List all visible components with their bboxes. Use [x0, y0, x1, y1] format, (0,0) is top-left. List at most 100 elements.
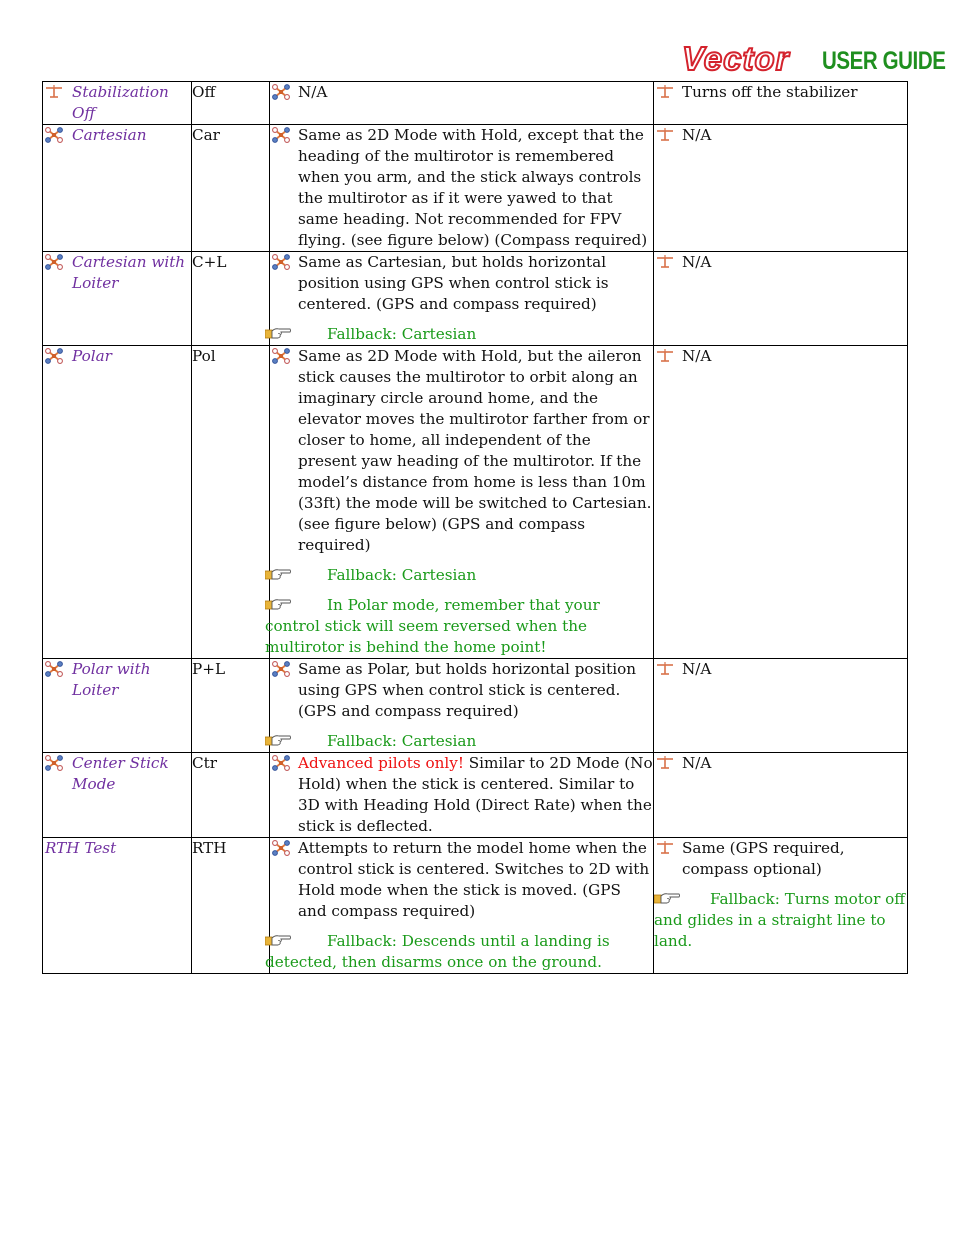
- mode-abbreviation: Ctr: [192, 754, 217, 772]
- airplane-description: Turns off the stabilizer: [654, 82, 907, 103]
- multirotor-description-cell: Same as Polar, but holds horizontal posi…: [265, 658, 654, 753]
- mode-name-text: RTH Test: [45, 839, 117, 857]
- table-row: RTH Test RTH Attempts to return the model…: [42, 837, 908, 974]
- multirotor-description: Same as 2D Mode with Hold, except that t…: [270, 125, 653, 251]
- airplane-icon: [657, 841, 673, 854]
- table-row: Cartesian Car Same as 2D Mode with Hold, …: [42, 124, 908, 252]
- mode-abbr-cell: Car: [191, 124, 270, 252]
- pointing-hand-icon: [265, 569, 291, 580]
- table-row: Center Stick Mode Ctr Advanced pilots onl…: [42, 752, 908, 838]
- description-text: Same as 2D Mode with Hold, but the ailer…: [298, 347, 652, 554]
- description-text: N/A: [298, 83, 328, 101]
- multirotor-description: Same as 2D Mode with Hold, but the ailer…: [270, 346, 653, 556]
- airplane-description: N/A: [654, 346, 907, 367]
- table-row: Polar Pol Same as 2D Mode with Hold, but …: [42, 345, 908, 659]
- quadcopter-icon: [45, 254, 63, 270]
- mode-name: Cartesian with Loiter: [43, 252, 191, 294]
- mode-name-text: Stabilization Off: [72, 83, 169, 122]
- fallback-text: Fallback: Cartesian: [327, 325, 477, 343]
- quadcopter-icon: [272, 661, 290, 677]
- description-text: Same as Polar, but holds horizontal posi…: [298, 660, 637, 720]
- airplane-description-cell: Turns off the stabilizer: [653, 81, 908, 125]
- mode-name: Polar: [43, 346, 191, 367]
- mode-name: Stabilization Off: [43, 82, 191, 124]
- flight-modes-table: Stabilization Off Off N/A Turns off the s…: [42, 81, 908, 974]
- description-text: N/A: [682, 347, 712, 365]
- airplane-icon: [657, 85, 673, 98]
- multirotor-description-cell: Same as 2D Mode with Hold, except that t…: [269, 124, 654, 252]
- quadcopter-icon: [272, 254, 290, 270]
- multirotor-description: Attempts to return the model home when t…: [270, 838, 653, 922]
- mode-abbreviation: P+L: [192, 660, 226, 678]
- mode-abbr-cell: P+L: [191, 658, 270, 753]
- fallback-note: Fallback: Cartesian: [265, 324, 653, 345]
- multirotor-description-cell: N/A: [269, 81, 654, 125]
- mode-name-cell: RTH Test: [42, 837, 192, 974]
- quadcopter-icon: [45, 755, 63, 771]
- quadcopter-icon: [272, 755, 290, 771]
- quadcopter-icon: [272, 127, 290, 143]
- multirotor-description: Same as Polar, but holds horizontal posi…: [270, 659, 653, 722]
- multirotor-description-cell: Advanced pilots only! Similar to 2D Mode…: [269, 752, 654, 838]
- mode-name-cell: Cartesian with Loiter: [42, 251, 192, 346]
- mode-name: Polar with Loiter: [43, 659, 191, 701]
- multirotor-description-cell: Same as 2D Mode with Hold, but the ailer…: [265, 345, 654, 659]
- description-text: Turns off the stabilizer: [682, 83, 858, 101]
- airplane-icon: [657, 349, 673, 362]
- multirotor-description-cell: Same as Cartesian, but holds horizontal …: [265, 251, 654, 346]
- mode-name-text: Polar with Loiter: [72, 660, 151, 699]
- mode-abbreviation: Car: [192, 126, 220, 144]
- table-row: Cartesian with Loiter C+L Same as Cartesi…: [42, 251, 908, 346]
- quadcopter-icon: [45, 661, 63, 677]
- airplane-description-cell: N/A: [653, 345, 908, 659]
- mode-name-cell: Center Stick Mode: [42, 752, 192, 838]
- quadcopter-icon: [272, 348, 290, 364]
- mode-name-cell: Stabilization Off: [42, 81, 192, 125]
- quadcopter-icon: [272, 84, 290, 100]
- mode-name: Cartesian: [43, 125, 191, 146]
- mode-abbr-cell: Ctr: [191, 752, 270, 838]
- airplane-description: N/A: [654, 252, 907, 273]
- mode-abbr-cell: RTH: [191, 837, 270, 974]
- mode-abbr-cell: C+L: [191, 251, 270, 346]
- mode-name-cell: Polar: [42, 345, 192, 659]
- airplane-description-cell: Same (GPS required, compass optional) Fa…: [653, 837, 908, 974]
- mode-name-text: Cartesian with Loiter: [72, 253, 186, 292]
- quadcopter-icon: [45, 348, 63, 364]
- airplane-description: N/A: [654, 659, 907, 680]
- multirotor-description: Advanced pilots only! Similar to 2D Mode…: [270, 753, 653, 837]
- airplane-description: N/A: [654, 125, 907, 146]
- fallback-text: Fallback: Descends until a landing is de…: [265, 932, 610, 971]
- fallback-note: Fallback: Turns motor off and glides in …: [654, 889, 907, 952]
- fallback-note: Fallback: Cartesian: [265, 731, 653, 752]
- airplane-icon: [657, 756, 673, 769]
- mode-name-text: Center Stick Mode: [72, 754, 169, 793]
- mode-abbr-cell: Pol: [191, 345, 270, 659]
- multirotor-description: N/A: [270, 82, 653, 103]
- fallback-text: Fallback: Turns motor off and glides in …: [654, 890, 906, 950]
- description-text: Same as Cartesian, but holds horizontal …: [298, 253, 609, 313]
- airplane-description-cell: N/A: [653, 251, 908, 346]
- mode-abbreviation: Off: [192, 83, 216, 101]
- fallback-text: Fallback: Cartesian: [327, 566, 477, 584]
- vector-logo: Vector: [681, 40, 790, 77]
- pointing-hand-icon: [654, 893, 680, 904]
- airplane-description-cell: N/A: [653, 124, 908, 252]
- description-text: N/A: [682, 660, 712, 678]
- airplane-description-cell: N/A: [653, 752, 908, 838]
- warning-text: Advanced pilots only!: [298, 754, 464, 772]
- multirotor-description-cell: Attempts to return the model home when t…: [265, 837, 654, 974]
- airplane-description-cell: N/A: [653, 658, 908, 753]
- quadcopter-icon: [272, 840, 290, 856]
- fallback-note: In Polar mode, remember that your contro…: [265, 595, 653, 658]
- mode-name-text: Polar: [72, 347, 112, 365]
- pointing-hand-icon: [265, 935, 291, 946]
- description-text: N/A: [682, 253, 712, 271]
- mode-abbreviation: Pol: [192, 347, 216, 365]
- description-text: Attempts to return the model home when t…: [298, 839, 650, 920]
- airplane-icon: [46, 85, 62, 98]
- mode-name-text: Cartesian: [72, 126, 147, 144]
- mode-name-cell: Cartesian: [42, 124, 192, 252]
- description-text: N/A: [682, 754, 712, 772]
- quadcopter-icon: [45, 127, 63, 143]
